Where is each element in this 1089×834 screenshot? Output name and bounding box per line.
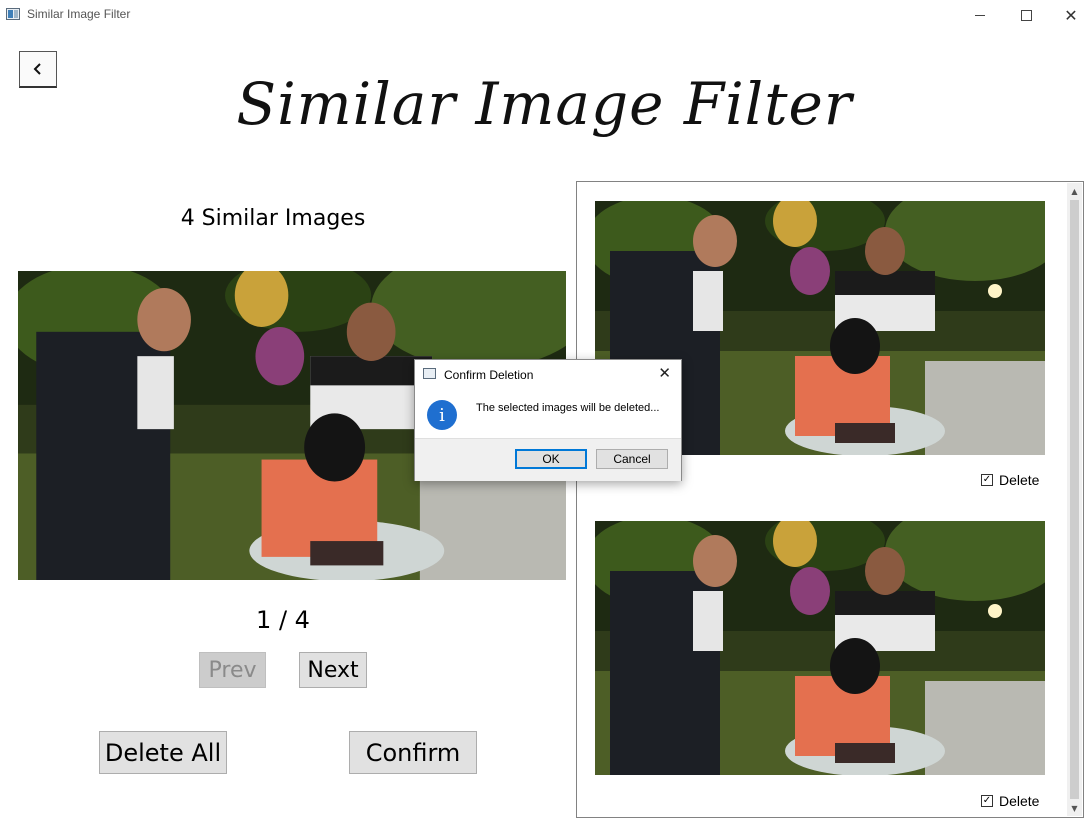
scroll-up-icon[interactable]: ▲: [1067, 183, 1082, 199]
delete-all-button[interactable]: Delete All: [99, 731, 227, 774]
delete-checkbox[interactable]: ✓ Delete: [981, 472, 1039, 488]
dialog-footer: OK Cancel: [415, 438, 681, 481]
thumbnail-scroll-panel[interactable]: ✓ Delete ✓ Delete ▲ ▼: [576, 181, 1084, 818]
app-window-icon: [6, 8, 20, 20]
confirm-deletion-dialog: Confirm Deletion ✕ i The selected images…: [414, 359, 682, 481]
page-indicator: 1 / 4: [256, 606, 310, 634]
prev-button[interactable]: Prev: [199, 652, 266, 688]
maximize-button[interactable]: [1003, 0, 1049, 30]
dialog-message: The selected images will be deleted...: [476, 402, 660, 414]
window-title: Similar Image Filter: [27, 7, 131, 21]
close-window-button[interactable]: ✕: [1048, 0, 1089, 30]
similar-count-label: 4 Similar Images: [180, 206, 366, 231]
delete-checkbox-label: Delete: [999, 472, 1040, 488]
delete-checkbox[interactable]: ✓ Delete: [981, 793, 1039, 809]
minimize-button[interactable]: [957, 0, 1003, 30]
next-button[interactable]: Next: [299, 652, 367, 688]
checkbox-checked-icon: ✓: [981, 474, 993, 486]
dialog-window-icon: [423, 368, 436, 379]
confirm-button[interactable]: Confirm: [349, 731, 477, 774]
checkbox-checked-icon: ✓: [981, 795, 993, 807]
ok-button[interactable]: OK: [515, 449, 587, 469]
minimize-icon: [975, 14, 985, 16]
cancel-button[interactable]: Cancel: [596, 449, 668, 469]
close-icon: ✕: [1064, 5, 1078, 25]
vertical-scrollbar[interactable]: ▲ ▼: [1067, 183, 1082, 816]
window-titlebar: Similar Image Filter ✕: [0, 0, 1089, 30]
dialog-close-button[interactable]: ✕: [658, 364, 671, 382]
app-title: Similar Image Filter: [236, 70, 853, 138]
scrollbar-thumb[interactable]: [1070, 200, 1079, 799]
delete-checkbox-label: Delete: [999, 793, 1040, 809]
maximize-icon: [1020, 9, 1032, 21]
info-icon: i: [427, 400, 457, 430]
thumbnail-image[interactable]: [595, 521, 1045, 775]
dialog-title: Confirm Deletion: [444, 368, 534, 382]
scroll-down-icon[interactable]: ▼: [1067, 800, 1082, 816]
dialog-body: i The selected images will be deleted...: [415, 390, 681, 438]
close-icon: ✕: [658, 365, 671, 382]
